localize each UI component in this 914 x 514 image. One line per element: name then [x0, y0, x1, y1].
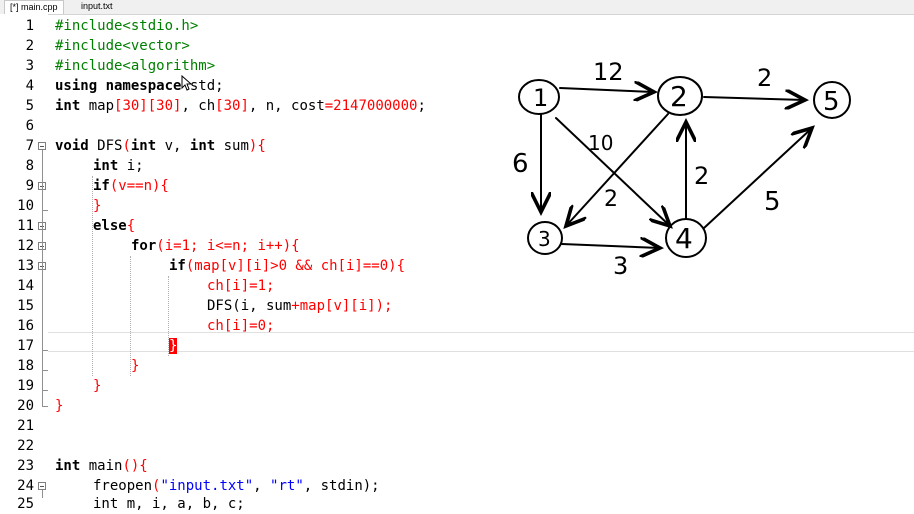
line-number: 13	[17, 258, 34, 274]
line-number: 3	[25, 58, 34, 74]
line-number: 14	[17, 278, 34, 294]
tab-input-txt[interactable]: input.txt	[76, 0, 118, 13]
code-line: int m, i, a, b, c;	[93, 496, 245, 512]
mouse-pointer-icon	[181, 75, 193, 91]
fold-end-marker	[42, 406, 48, 407]
line-number: 9	[25, 178, 34, 194]
line-number: 16	[17, 318, 34, 334]
code-line: for(i=1; i<=n; i++){	[131, 238, 300, 254]
code-line: }	[93, 198, 102, 214]
fold-end-marker	[42, 350, 48, 351]
code-line: }	[55, 398, 64, 414]
code-line: }	[169, 338, 178, 354]
code-line: int map[30][30], ch[30], n, cost=2147000…	[55, 98, 426, 114]
line-number: 20	[17, 398, 34, 414]
line-number: 11	[17, 218, 34, 234]
code-line: ch[i]=0;	[207, 318, 275, 334]
line-number: 22	[17, 438, 34, 454]
line-number: 25	[17, 496, 34, 512]
fold-end-marker	[42, 210, 48, 211]
line-number: 15	[17, 298, 34, 314]
code-line: }	[131, 358, 140, 374]
fold-region-line	[42, 490, 43, 498]
code-line: #include<algorithm>	[55, 58, 216, 74]
line-number: 18	[17, 358, 34, 374]
line-number: 19	[17, 378, 34, 394]
line-number: 17	[17, 338, 34, 354]
code-line: if(v==n){	[93, 178, 169, 194]
fold-end-marker	[42, 370, 48, 371]
line-number-gutter: 1 2 3 4 5 6 7 8 9 10 11 12 13 14 15 16 1…	[0, 14, 48, 512]
code-line: }	[93, 378, 102, 394]
code-line: int i;	[93, 158, 144, 174]
editor-tab-bar: [*] main.cpp input.txt	[0, 0, 914, 15]
tab-main-cpp[interactable]: [*] main.cpp	[4, 0, 64, 14]
line-number: 6	[25, 118, 34, 134]
line-number: 2	[25, 38, 34, 54]
code-line: freopen("input.txt", "rt", stdin);	[93, 478, 380, 494]
code-line: if(map[v][i]>0 && ch[i]==0){	[169, 258, 406, 274]
code-line: #include<vector>	[55, 38, 190, 54]
code-line: ch[i]=1;	[207, 278, 275, 294]
fold-toggle-main[interactable]	[38, 482, 46, 490]
line-number: 10	[17, 198, 34, 214]
code-line: else{	[93, 218, 136, 234]
code-line: int main(){	[55, 458, 148, 474]
line-number: 12	[17, 238, 34, 254]
line-number: 24	[17, 478, 34, 494]
line-number: 21	[17, 418, 34, 434]
code-editor[interactable]: 1 2 3 4 5 6 7 8 9 10 11 12 13 14 15 16 1…	[0, 14, 914, 512]
line-number: 1	[25, 18, 34, 34]
line-number: 7	[25, 138, 34, 154]
current-line-highlight	[48, 332, 914, 352]
line-number: 23	[17, 458, 34, 474]
fold-region-line	[42, 150, 43, 406]
line-number: 4	[25, 78, 34, 94]
fold-toggle-dfs[interactable]	[38, 142, 46, 150]
code-line: void DFS(int v, int sum){	[55, 138, 266, 154]
line-number: 8	[25, 158, 34, 174]
code-line: using namespace std;	[55, 78, 224, 94]
code-line: #include<stdio.h>	[55, 18, 199, 34]
line-number: 5	[25, 98, 34, 114]
code-line: DFS(i, sum+map[v][i]);	[207, 298, 393, 314]
fold-end-marker	[42, 390, 48, 391]
